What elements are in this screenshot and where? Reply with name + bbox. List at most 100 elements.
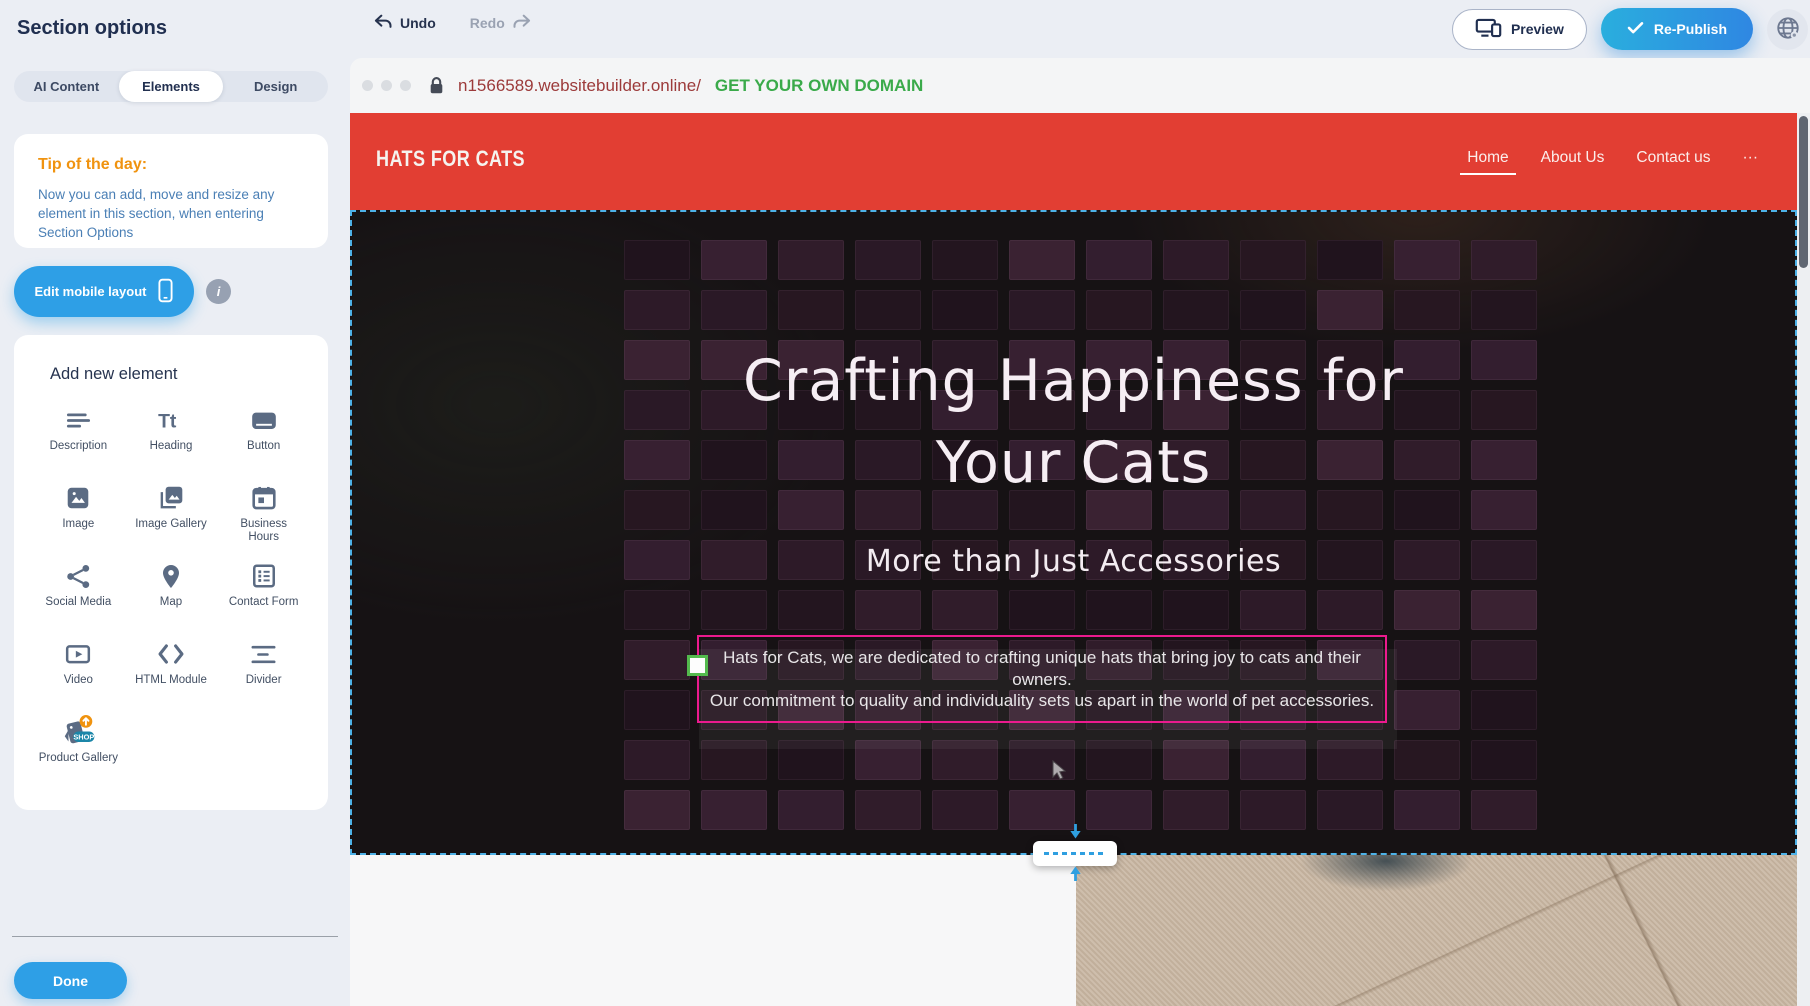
site-header[interactable]: HATS FOR CATS Home About Us Contact us ··· [350, 113, 1810, 210]
element-html-module[interactable]: HTML Module [125, 638, 218, 708]
hero-tile [778, 290, 844, 330]
element-label: HTML Module [135, 674, 207, 687]
svg-text:Tt: Tt [158, 410, 177, 432]
hero-tile [1240, 590, 1306, 630]
nav-item-home[interactable]: Home [1467, 149, 1508, 175]
heading-icon: Tt [157, 404, 185, 436]
element-video[interactable]: Video [32, 638, 125, 708]
hero-tile [932, 590, 998, 630]
hero-tile [855, 790, 921, 830]
site-nav: Home About Us Contact us ··· [1467, 149, 1758, 175]
browser-dots [362, 80, 411, 91]
hero-tile [624, 590, 690, 630]
hero-tile [932, 290, 998, 330]
map-icon [159, 560, 183, 592]
nav-item-[interactable]: ··· [1743, 149, 1759, 175]
image-gallery-icon [157, 482, 185, 514]
hero-tile [855, 590, 921, 630]
contact-form-icon [251, 560, 277, 592]
resize-arrow-up-icon[interactable] [1069, 866, 1082, 886]
redo-button[interactable]: Redo [470, 14, 532, 32]
hero-paragraph[interactable]: Hats for Cats, we are dedicated to craft… [699, 647, 1385, 712]
info-icon[interactable]: i [206, 279, 231, 304]
element-description[interactable]: Description [32, 404, 125, 474]
description-icon [65, 404, 92, 436]
site-logo[interactable]: HATS FOR CATS [376, 146, 525, 172]
site-url[interactable]: n1566589.websitebuilder.online/ [458, 76, 701, 96]
hero-tile [1086, 590, 1152, 630]
site-viewport: HATS FOR CATS HomeAbout UsContact us··· … [350, 113, 1810, 1006]
preview-button[interactable]: Preview [1452, 9, 1587, 50]
tab-ai-content[interactable]: AI Content [14, 71, 119, 102]
hero-tile [1240, 240, 1306, 280]
check-icon [1627, 21, 1644, 37]
devices-icon [1475, 18, 1502, 41]
hero-tile [1086, 290, 1152, 330]
get-your-own-domain-link[interactable]: GET YOUR OWN DOMAIN [715, 76, 923, 96]
element-image-gallery[interactable]: Image Gallery [125, 482, 218, 552]
image-icon [65, 482, 91, 514]
hero-tile [1163, 590, 1229, 630]
tab-elements[interactable]: Elements [119, 71, 224, 102]
hero-tile [932, 240, 998, 280]
element-label: Map [160, 596, 182, 609]
hero-tile [855, 290, 921, 330]
undo-button[interactable]: Undo [373, 14, 436, 32]
edit-mobile-layout-button[interactable]: Edit mobile layout [14, 266, 194, 317]
nav-item-aboutus[interactable]: About Us [1541, 149, 1605, 175]
hero-title[interactable]: Crafting Happiness for Your Cats [352, 340, 1795, 504]
hero-tile [1471, 640, 1537, 680]
hero-tile [1471, 240, 1537, 280]
hero-tile [1163, 290, 1229, 330]
hero-tile [1317, 790, 1383, 830]
language-globe-button[interactable] [1767, 9, 1808, 50]
topbar-actions: Preview Re-Publish [1452, 8, 1794, 50]
element-divider[interactable]: Divider [217, 638, 310, 708]
nav-item-contactus[interactable]: Contact us [1636, 149, 1710, 175]
mouse-cursor [1052, 760, 1067, 785]
tab-design[interactable]: Design [223, 71, 328, 102]
done-button[interactable]: Done [14, 962, 127, 999]
hero-tile [1317, 240, 1383, 280]
hero-tile [624, 640, 690, 680]
hero-section-selected[interactable]: Crafting Happiness for Your Cats More th… [350, 210, 1797, 855]
hero-tile [624, 690, 690, 730]
sidebar-divider [12, 936, 338, 937]
hero-tile [855, 240, 921, 280]
hero-subtitle[interactable]: More than Just Accessories [352, 544, 1795, 579]
hero-tile [1163, 790, 1229, 830]
hero-tile [1086, 240, 1152, 280]
section-options-sidebar: AI ContentElementsDesign Tip of the day:… [0, 58, 350, 1006]
add-new-element-card: Add new element DescriptionTtHeadingButt… [14, 335, 328, 810]
hero-tile [1471, 740, 1537, 780]
hero-tile [624, 240, 690, 280]
element-business-hours[interactable]: Business Hours [217, 482, 310, 552]
republish-button[interactable]: Re-Publish [1601, 8, 1753, 50]
element-drag-handle[interactable] [687, 655, 708, 676]
selected-text-element[interactable]: Hats for Cats, we are dedicated to craft… [697, 635, 1387, 723]
element-label: Image Gallery [135, 518, 207, 531]
element-image[interactable]: Image [32, 482, 125, 552]
hero-tile [1394, 790, 1460, 830]
element-product-gallery[interactable]: SHOPProduct Gallery [32, 716, 125, 786]
element-social-media[interactable]: Social Media [32, 560, 125, 630]
hero-tile [1394, 240, 1460, 280]
hero-tile [1086, 790, 1152, 830]
element-label: Button [247, 440, 280, 453]
panel-title: Section options [17, 17, 167, 40]
section-resize-handle[interactable] [1033, 841, 1117, 866]
hero-tile [1471, 790, 1537, 830]
viewport-scrollbar[interactable] [1797, 113, 1810, 1006]
hero-tile [932, 790, 998, 830]
element-contact-form[interactable]: Contact Form [217, 560, 310, 630]
element-button[interactable]: Button [217, 404, 310, 474]
browser-bar: n1566589.websitebuilder.online/ GET YOUR… [350, 58, 1810, 113]
hero-tile [1009, 790, 1075, 830]
scrollbar-thumb[interactable] [1799, 116, 1808, 268]
element-heading[interactable]: TtHeading [125, 404, 218, 474]
next-section-photo[interactable] [1076, 855, 1797, 1006]
element-label: Contact Form [229, 596, 299, 609]
hero-tile [1471, 590, 1537, 630]
tip-of-the-day-card: Tip of the day: Now you can add, move an… [14, 134, 328, 248]
element-map[interactable]: Map [125, 560, 218, 630]
